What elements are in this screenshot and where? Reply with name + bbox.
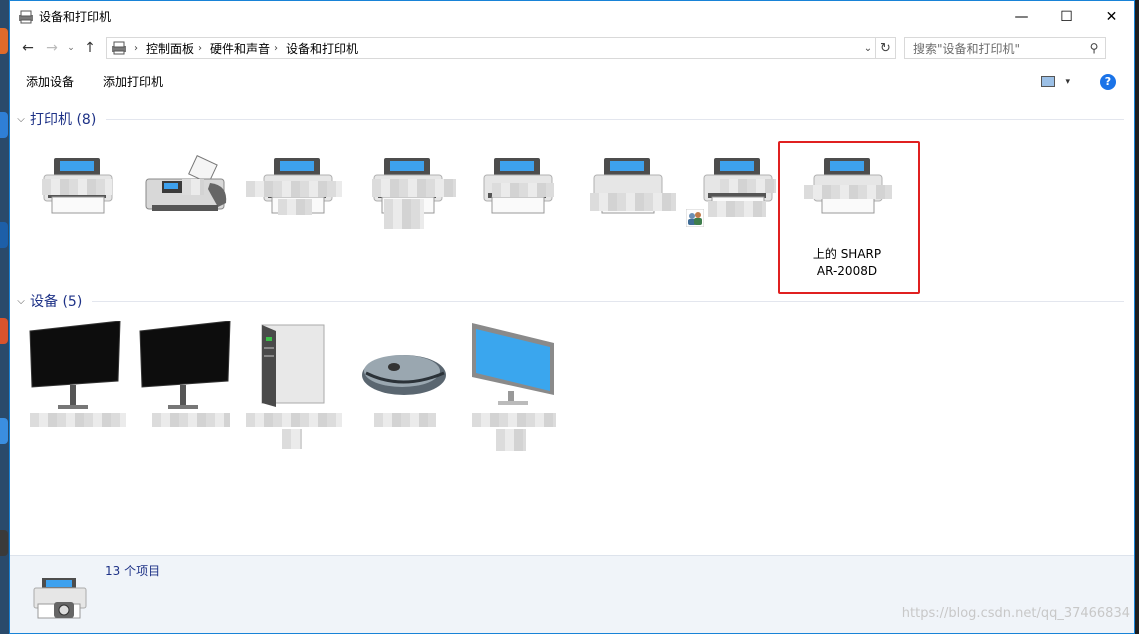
navigation-bar: ← → ⌄ ↑ › 控制面板 › 硬件和声音 › 设备和打印机 ⌄ ↻ 搜索"设…: [10, 32, 1134, 64]
command-bar: 添加设备 添加打印机 ▾ ?: [10, 64, 1134, 99]
selection-highlight: [778, 141, 920, 294]
desktop-app-icon[interactable]: [0, 112, 8, 138]
shared-users-icon: [686, 209, 704, 227]
redacted-device-name: [152, 413, 230, 427]
device-tile[interactable]: [132, 320, 242, 471]
status-bar: 13 个项目: [10, 555, 1134, 633]
devices-printers-icon: [28, 574, 88, 624]
back-button[interactable]: ←: [16, 36, 40, 60]
address-bar[interactable]: › 控制面板 › 硬件和声音 › 设备和打印机 ⌄ ↻: [106, 37, 896, 59]
search-placeholder: 搜索"设备和打印机": [913, 41, 1021, 56]
maximize-button[interactable]: ☐: [1044, 2, 1089, 32]
forward-button[interactable]: →: [40, 36, 64, 60]
redacted-device-name: [30, 413, 126, 427]
monitor-icon: [29, 320, 121, 409]
desktop-app-icon[interactable]: [0, 28, 8, 54]
printer-tile[interactable]: [22, 149, 132, 299]
redacted-printer-name: [492, 183, 554, 197]
redacted-printer-name: [590, 193, 676, 211]
watermark-text: https://blog.csdn.net/qq_37466834: [901, 606, 1130, 621]
close-button[interactable]: ✕: [1089, 2, 1134, 32]
redacted-device-name: [246, 413, 342, 427]
add-device-button[interactable]: 添加设备: [26, 73, 74, 90]
breadcrumb-item[interactable]: 控制面板: [146, 40, 194, 57]
group-divider: [106, 118, 1124, 120]
desktop-app-icon[interactable]: [0, 318, 8, 344]
breadcrumb-item[interactable]: 硬件和声音: [210, 40, 270, 57]
search-icon[interactable]: ⚲: [1083, 41, 1105, 55]
breadcrumb-separator[interactable]: ›: [198, 43, 202, 54]
view-options-dropdown[interactable]: ▾: [1065, 77, 1070, 87]
breadcrumb-separator[interactable]: ›: [274, 43, 278, 54]
device-tile[interactable]: [242, 321, 352, 471]
items-view: ⌵ 打印机 (8) 上的 SHARP AR-2008D ⌵ 设备 (5): [10, 99, 1134, 555]
desktop-app-icon[interactable]: [0, 222, 8, 248]
chevron-down-icon[interactable]: ⌵: [14, 296, 28, 307]
redacted-printer-name: [182, 179, 204, 195]
printer-tile[interactable]: [352, 149, 462, 299]
redacted-printer-name: [372, 179, 456, 197]
chevron-down-icon[interactable]: ⌵: [14, 114, 28, 125]
window-title: 设备和打印机: [39, 10, 112, 24]
devices-group-title: 设备 (5): [30, 294, 83, 310]
device-tile[interactable]: [22, 320, 132, 471]
up-button[interactable]: ↑: [78, 36, 102, 60]
address-history-button[interactable]: ⌄: [861, 38, 875, 58]
redacted-printer-name: [42, 179, 112, 195]
minimize-button[interactable]: —: [999, 2, 1044, 32]
redacted-printer-name: [246, 181, 342, 197]
search-input[interactable]: 搜索"设备和打印机" ⚲: [904, 37, 1106, 59]
mouse-icon: [362, 355, 446, 395]
breadcrumb-item[interactable]: 设备和打印机: [286, 40, 358, 57]
devices-printers-icon: [18, 10, 34, 24]
devices-group-header[interactable]: ⌵ 设备 (5): [14, 291, 1124, 311]
computer-tower-icon: [261, 324, 325, 407]
recent-locations-button[interactable]: ⌄: [64, 36, 78, 60]
printer-tile[interactable]: [572, 149, 682, 299]
printer-tile[interactable]: [462, 149, 572, 299]
item-count: 13 个项目: [105, 564, 161, 578]
redacted-device-name: [496, 429, 526, 451]
refresh-button[interactable]: ↻: [875, 38, 895, 58]
printer-tile[interactable]: [682, 149, 792, 299]
control-panel-icon: [111, 41, 127, 55]
monitor-icon: [472, 323, 554, 405]
redacted-printer-name: [708, 201, 766, 217]
printer-tile[interactable]: [242, 149, 352, 299]
device-tile[interactable]: [352, 321, 462, 471]
desktop-background: [0, 0, 9, 634]
redacted-printer-name: [278, 199, 312, 215]
printers-group-title: 打印机 (8): [30, 112, 97, 128]
device-tile[interactable]: [462, 321, 572, 471]
add-printer-button[interactable]: 添加打印机: [103, 73, 163, 90]
title-bar[interactable]: 设备和打印机 — ☐ ✕: [10, 1, 1134, 32]
group-divider: [92, 300, 1124, 302]
redacted-printer-name: [384, 199, 424, 229]
change-view-icon[interactable]: [1041, 76, 1056, 87]
printers-group-header[interactable]: ⌵ 打印机 (8): [14, 109, 1124, 129]
redacted-device-name: [472, 413, 556, 427]
redacted-device-name: [374, 413, 436, 427]
redacted-printer-name: [720, 179, 776, 193]
explorer-window: 设备和打印机 — ☐ ✕ ← → ⌄ ↑ › 控制面板 › 硬件和声音 › 设备…: [9, 0, 1135, 634]
monitor-icon: [139, 320, 231, 409]
desktop-app-icon[interactable]: [0, 418, 8, 444]
desktop-app-icon[interactable]: [0, 530, 8, 556]
breadcrumb-separator[interactable]: ›: [134, 43, 138, 54]
redacted-device-name: [282, 429, 302, 449]
fax-tile[interactable]: [132, 149, 242, 299]
help-icon[interactable]: ?: [1100, 73, 1116, 90]
